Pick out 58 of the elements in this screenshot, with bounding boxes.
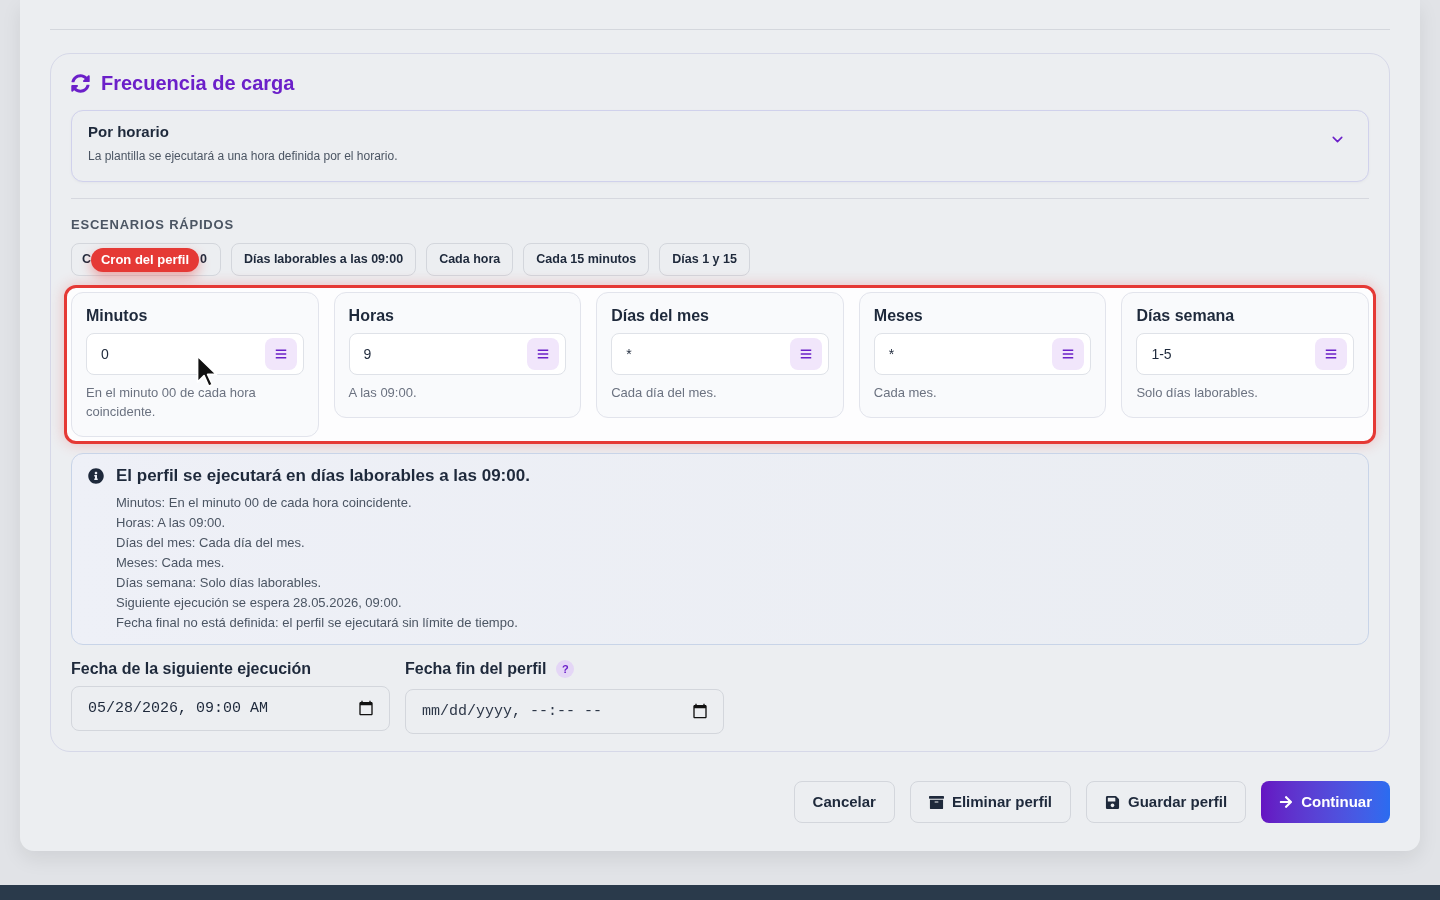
menu-button[interactable]: [1052, 338, 1085, 370]
calendar-icon: [692, 703, 708, 719]
section-heading: ESCENARIOS RÁPIDOS: [71, 217, 235, 233]
cursor-icon: [196, 355, 218, 388]
action-button[interactable]: Cancelar: [793, 781, 895, 823]
menu-button[interactable]: [527, 338, 560, 370]
help-badge[interactable]: ?: [556, 660, 575, 678]
cron-input[interactable]: 9: [348, 333, 567, 375]
frequency-select[interactable]: Por horario La plantilla se ejecutará a una hora definida por el horario.: [71, 110, 1369, 182]
field-label: Meses: [873, 306, 924, 326]
scenario-chip[interactable]: Cada 15 minutos: [523, 243, 650, 276]
scenario-chip[interactable]: Días laborables a las 09:00: [231, 243, 417, 276]
summary-title: El perfil se ejecutará en días laborables a las 09:00.: [116, 465, 530, 487]
menu-button[interactable]: [1315, 338, 1347, 370]
field-label: Días semana: [1136, 306, 1236, 326]
archive-box-icon: [928, 794, 944, 810]
summary-line: Meses: Cada mes.: [116, 554, 226, 572]
summary-line: Días semana: Solo días laborables.: [116, 574, 323, 592]
field-description: Cada día del mes.: [611, 384, 718, 402]
tooltip: Cron del perfil: [91, 248, 199, 272]
menu-button[interactable]: [789, 338, 822, 370]
summary-line: Fecha final no está definida: el perfil se ejecutará sin límite de tiempo.: [116, 614, 519, 632]
summary-line: Horas: A las 09:00.: [116, 514, 227, 532]
cron-input[interactable]: *: [611, 333, 829, 375]
field-label: Minutos: [86, 306, 149, 326]
summary-line: Siguiente ejecución se espera 28.05.2026, 09:00.: [116, 594, 403, 612]
field-description: A las 09:00.: [348, 384, 418, 402]
date-time-input[interactable]: 05/28/2026, 09:00 AM: [71, 686, 390, 731]
menu-button[interactable]: [264, 338, 297, 370]
menu-icon: [799, 348, 812, 360]
summary-line: Minutos: En el minuto 00 de cada hora coincidente.: [116, 494, 413, 512]
continue-button[interactable]: Continuar: [1261, 781, 1390, 823]
field-description: En el minuto 00 de cada hora coincidente.: [86, 384, 257, 421]
scenario-chip[interactable]: Días 1 y 15: [659, 243, 750, 276]
menu-icon: [1062, 348, 1075, 360]
info-icon: [88, 468, 104, 484]
field-description: Solo días laborables.: [1136, 384, 1259, 402]
cron-input[interactable]: 1-5: [1136, 333, 1354, 375]
menu-icon: [274, 348, 287, 360]
menu-icon: [1325, 348, 1337, 360]
scenario-chip[interactable]: Cada hora: [426, 243, 514, 276]
field-label: Días del mes: [611, 306, 710, 326]
field-description: Cada mes.: [873, 384, 938, 402]
menu-icon: [537, 348, 550, 360]
select-description: La plantilla se ejecutará a una hora definida por el horario.: [88, 148, 398, 164]
section-title: Frecuencia de carga: [101, 72, 295, 94]
field-label: Fecha fin del perfil: [405, 659, 547, 679]
select-value: Por horario: [88, 122, 170, 142]
arrow-right-icon: [1279, 795, 1294, 809]
field-label: Horas: [348, 306, 395, 326]
cron-input[interactable]: *: [873, 333, 1092, 375]
date-time-input[interactable]: mm/dd/yyyy, --:-- --: [405, 689, 724, 734]
action-button[interactable]: Eliminar perfil: [909, 781, 1071, 823]
action-button[interactable]: Guardar perfil: [1085, 781, 1247, 823]
sync-icon: [71, 73, 90, 93]
summary-line: Días del mes: Cada día del mes.: [116, 534, 306, 552]
field-label: Fecha de la siguiente ejecución: [71, 659, 312, 679]
calendar-icon: [358, 700, 374, 716]
